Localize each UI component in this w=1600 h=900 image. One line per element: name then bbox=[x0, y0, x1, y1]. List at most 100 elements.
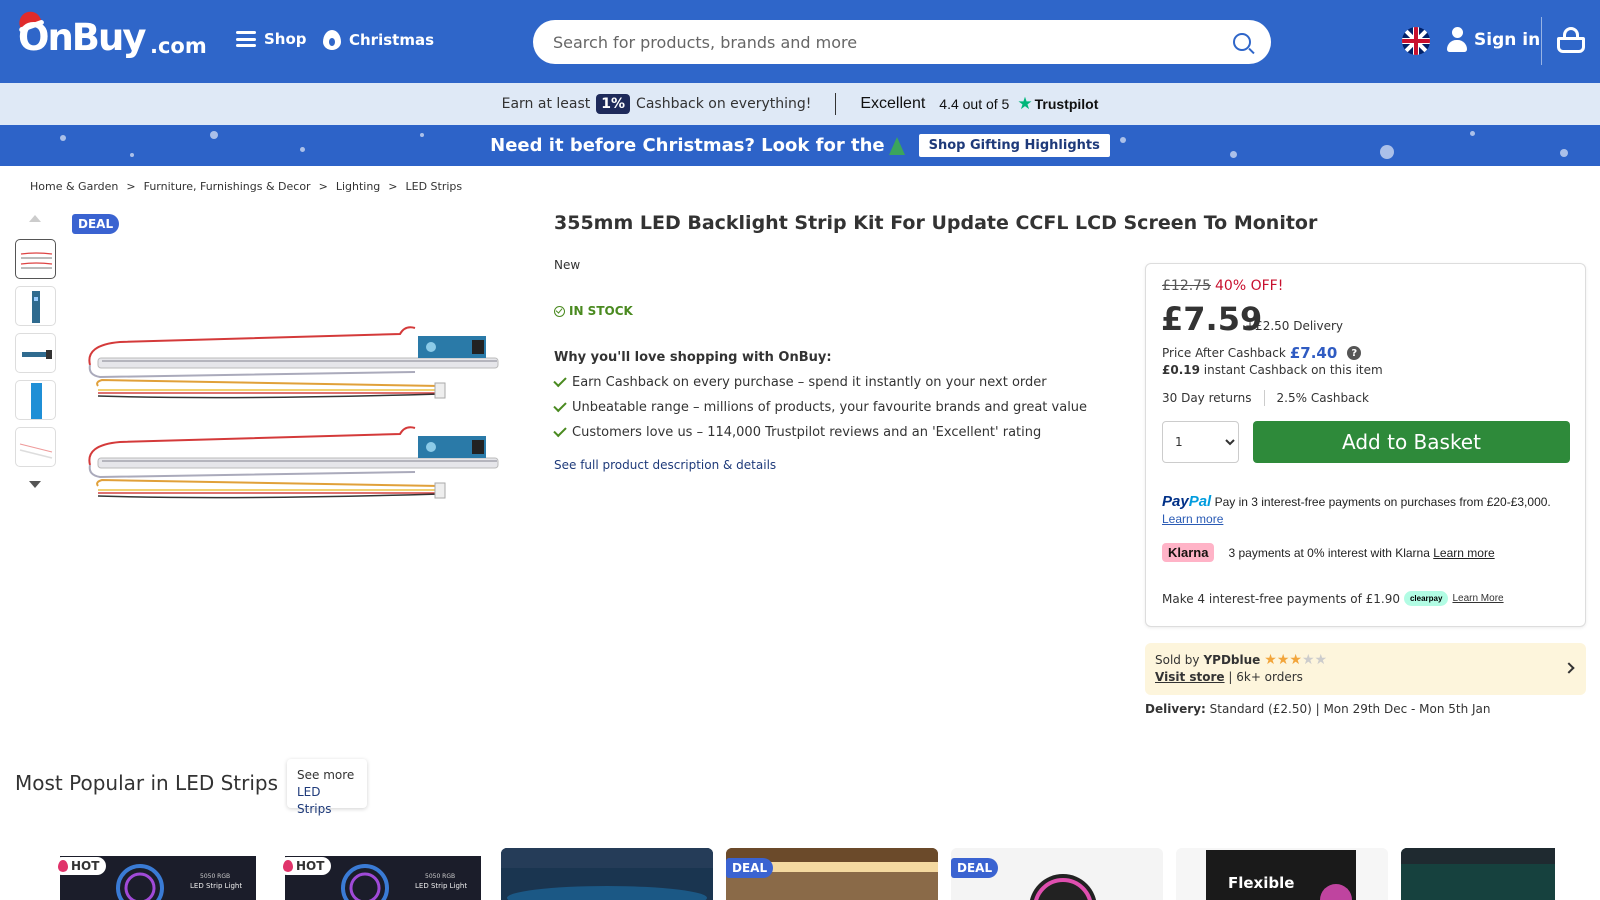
sign-in-label: Sign in bbox=[1474, 30, 1541, 50]
deal-badge: DEAL bbox=[951, 858, 999, 878]
shop-label: Shop bbox=[264, 30, 307, 48]
thumbnail-image bbox=[20, 252, 53, 269]
seller-info: Sold by YPDblue ★★★★★ bbox=[1155, 652, 1328, 668]
logo-text: OnBuy bbox=[18, 16, 146, 59]
product-card-image: Flexible bbox=[1176, 848, 1388, 900]
deal-badge: DEAL bbox=[72, 214, 120, 234]
product-card[interactable]: 5050 RGB LED Strip Light HOT bbox=[275, 848, 487, 900]
cashback-prefix: Earn at least bbox=[501, 96, 591, 112]
clearpay-message: Make 4 interest-free payments of £1.90 c… bbox=[1162, 591, 1504, 606]
search-input[interactable] bbox=[553, 32, 1233, 52]
search-icon[interactable] bbox=[1233, 33, 1251, 51]
hot-badge: HOT bbox=[53, 857, 107, 875]
breadcrumb-home-garden[interactable]: Home & Garden bbox=[30, 180, 118, 193]
product-thumbnail[interactable] bbox=[15, 239, 56, 279]
cashback-rate: 2.5% Cashback bbox=[1276, 391, 1369, 405]
check-icon bbox=[553, 373, 567, 388]
christmas-tree-icon bbox=[888, 137, 905, 155]
sign-in-button[interactable]: Sign in bbox=[1447, 27, 1540, 53]
product-card[interactable]: Flexible bbox=[1176, 848, 1388, 900]
seller-store-row: Visit store | 6k+ orders bbox=[1155, 670, 1303, 684]
product-card-image bbox=[501, 848, 713, 900]
hot-badge: HOT bbox=[278, 857, 332, 875]
product-thumbnail[interactable] bbox=[15, 380, 56, 420]
paypal-message: PayPal Pay in 3 interest-free payments o… bbox=[1162, 493, 1572, 528]
clearpay-learn-more-link[interactable]: Learn More bbox=[1452, 593, 1503, 604]
header-divider bbox=[1541, 17, 1542, 65]
flame-icon bbox=[323, 30, 341, 50]
thumbnail-scroll-up-icon[interactable] bbox=[29, 215, 41, 222]
seller-orders: | 6k+ orders bbox=[1228, 670, 1303, 684]
trustpilot-rating-word[interactable]: Excellent bbox=[860, 95, 925, 113]
hamburger-icon bbox=[236, 31, 256, 47]
onbuy-logo[interactable]: OnBuy .com bbox=[16, 8, 207, 64]
breadcrumb-led-strips[interactable]: LED Strips bbox=[406, 180, 463, 193]
thumbnail-scroll-down-icon[interactable] bbox=[29, 481, 41, 488]
christmas-banner: Need it before Christmas? Look for the S… bbox=[0, 125, 1600, 166]
uk-flag-icon[interactable] bbox=[1402, 27, 1430, 55]
paypal-logo: PayPal bbox=[1162, 493, 1212, 510]
benefit-item: Earn Cashback on every purchase – spend … bbox=[553, 373, 1087, 400]
see-more-button[interactable]: See more LED Strips bbox=[287, 759, 367, 816]
trustpilot-score[interactable]: 4.4 out of 5 bbox=[939, 96, 1009, 112]
thumbnail-image bbox=[32, 291, 40, 323]
instant-cashback: £0.19 instant Cashback on this item bbox=[1162, 363, 1383, 377]
christmas-link[interactable]: Christmas bbox=[323, 30, 434, 50]
seller-rating-stars: ★★★★★ bbox=[1264, 652, 1328, 668]
main-product-image[interactable] bbox=[80, 320, 510, 520]
product-thumbnail[interactable] bbox=[15, 286, 56, 326]
quantity-select[interactable]: 1 bbox=[1162, 421, 1239, 463]
cashback-suffix: Cashback on everything! bbox=[636, 96, 812, 112]
basket-icon[interactable] bbox=[1557, 27, 1585, 53]
popular-section-title: Most Popular in LED Strips bbox=[15, 771, 279, 795]
svg-text:5050 RGB: 5050 RGB bbox=[425, 873, 455, 880]
returns-divider bbox=[1263, 390, 1265, 406]
returns-row: 30 Day returns 2.5% Cashback bbox=[1162, 390, 1369, 406]
help-icon[interactable]: ? bbox=[1347, 346, 1362, 360]
klarna-message: Klarna 3 payments at 0% interest with Kl… bbox=[1162, 543, 1495, 562]
check-icon bbox=[553, 423, 567, 438]
breadcrumb-separator: > bbox=[126, 180, 136, 193]
was-price: £12.75 bbox=[1162, 278, 1211, 294]
svg-text:5050 RGB: 5050 RGB bbox=[200, 873, 230, 880]
seller-card[interactable]: Sold by YPDblue ★★★★★ Visit store | 6k+ … bbox=[1145, 643, 1586, 695]
trustpilot-logo[interactable]: Trustpilot bbox=[1035, 96, 1099, 112]
christmas-banner-message: Need it before Christmas? Look for the bbox=[490, 135, 905, 156]
returns-policy: 30 Day returns bbox=[1162, 391, 1252, 405]
klarna-learn-more-link[interactable]: Learn more bbox=[1433, 546, 1494, 560]
seller-name: YPDblue bbox=[1203, 653, 1261, 667]
product-thumbnail[interactable] bbox=[15, 333, 56, 373]
product-card-image bbox=[1401, 848, 1555, 900]
fire-icon bbox=[283, 860, 293, 872]
product-title: 355mm LED Backlight Strip Kit For Update… bbox=[554, 212, 1318, 234]
check-circle-icon bbox=[554, 305, 565, 317]
product-condition: New bbox=[554, 258, 581, 272]
clearpay-logo: clearpay bbox=[1403, 591, 1449, 606]
visit-store-link[interactable]: Visit store bbox=[1155, 670, 1225, 684]
paypal-learn-more-link[interactable]: Learn more bbox=[1162, 511, 1572, 528]
breadcrumb-furniture[interactable]: Furniture, Furnishings & Decor bbox=[144, 180, 311, 193]
check-icon bbox=[553, 398, 567, 413]
see-full-description-link[interactable]: See full product description & details bbox=[554, 458, 776, 472]
cashback-bar: Earn at least 1% Cashback on everything!… bbox=[0, 83, 1600, 125]
product-card[interactable] bbox=[1401, 848, 1555, 900]
shop-gifting-highlights-button[interactable]: Shop Gifting Highlights bbox=[918, 134, 1110, 157]
thumbnail-image bbox=[19, 443, 53, 459]
benefit-item: Unbeatable range – millions of products,… bbox=[553, 398, 1087, 425]
breadcrumb-lighting[interactable]: Lighting bbox=[336, 180, 380, 193]
chevron-right-icon bbox=[1563, 662, 1575, 674]
shop-menu-button[interactable]: Shop bbox=[236, 30, 307, 48]
logo-suffix: .com bbox=[150, 34, 207, 58]
svg-text:LED Strip Light: LED Strip Light bbox=[415, 882, 467, 890]
product-card[interactable]: DEAL bbox=[951, 848, 1163, 900]
thumbnail-image bbox=[31, 383, 42, 419]
product-thumbnail[interactable] bbox=[15, 427, 56, 467]
add-to-basket-button[interactable]: Add to Basket bbox=[1253, 421, 1570, 463]
breadcrumb-separator: > bbox=[318, 180, 328, 193]
discount-label: 40% OFF! bbox=[1215, 278, 1284, 294]
cashbar-divider bbox=[835, 93, 837, 115]
christmas-label: Christmas bbox=[349, 31, 435, 49]
product-card[interactable] bbox=[501, 848, 713, 900]
product-card[interactable]: 5050 RGB LED Strip Light HOT bbox=[50, 848, 262, 900]
product-card[interactable]: DEAL bbox=[726, 848, 938, 900]
